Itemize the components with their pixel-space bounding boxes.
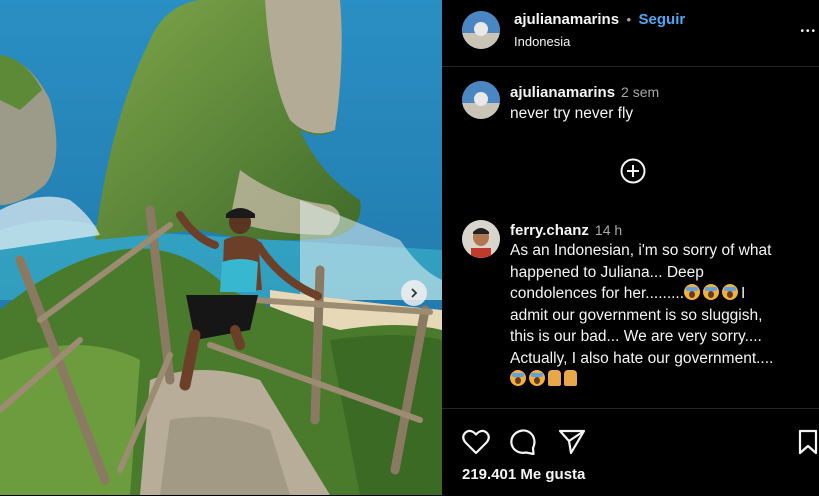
screaming-face-emoji-icon bbox=[722, 284, 739, 300]
post-username[interactable]: ajulianamarins bbox=[514, 11, 619, 28]
comment-avatar[interactable] bbox=[462, 220, 500, 258]
screaming-face-emoji-icon bbox=[529, 370, 545, 386]
more-icon: ••• bbox=[800, 26, 817, 37]
follow-button[interactable]: Seguir bbox=[639, 11, 686, 28]
more-options-button[interactable]: ••• bbox=[800, 14, 817, 40]
comment-line: admit our government is so sluggish, bbox=[510, 306, 763, 324]
comment: ferry.chanz 14 h As an Indonesian, i'm so… bbox=[510, 222, 810, 391]
screaming-face-emoji-icon bbox=[684, 284, 701, 300]
comment-line: condolences for her......... I bbox=[510, 283, 810, 305]
comment-line: Actually, I also hate our government.... bbox=[510, 349, 774, 367]
separator-dot: • bbox=[626, 12, 632, 27]
next-photo-button[interactable] bbox=[401, 280, 427, 306]
comment-line-suffix: I bbox=[741, 285, 746, 302]
comment-time: 14 h bbox=[594, 222, 623, 238]
praying-hands-emoji-icon bbox=[548, 370, 561, 386]
comment-line: As an Indonesian, i'm so sorry of what bbox=[510, 242, 772, 259]
comment-line: this is our bad... We are very sorry.... bbox=[510, 328, 762, 345]
chevron-right-icon bbox=[411, 288, 418, 298]
avatar-image bbox=[462, 11, 500, 49]
comment-emoji-line bbox=[510, 369, 810, 391]
caption-avatar[interactable] bbox=[462, 81, 500, 119]
comment-icon[interactable] bbox=[509, 428, 537, 456]
plus-circle-icon[interactable] bbox=[620, 158, 646, 184]
caption-time: 2 sem bbox=[621, 84, 660, 100]
heart-icon[interactable] bbox=[462, 429, 490, 455]
caption-avatar-image bbox=[462, 81, 500, 119]
caption-username[interactable]: ajulianamarins bbox=[510, 84, 615, 101]
screaming-face-emoji-icon bbox=[510, 370, 526, 386]
comment-line-text: condolences for her......... bbox=[510, 285, 685, 302]
share-icon[interactable] bbox=[558, 428, 586, 456]
post-side-panel: ajulianamarins • Seguir Indonesia ••• aj… bbox=[442, 0, 819, 495]
post-location[interactable]: Indonesia bbox=[514, 34, 570, 49]
post-photo bbox=[0, 0, 442, 495]
caption-text: never try never fly bbox=[510, 105, 634, 122]
comment-line: happened to Juliana... Deep bbox=[510, 263, 704, 281]
comment-username[interactable]: ferry.chanz bbox=[510, 222, 589, 239]
photo-image bbox=[0, 0, 442, 495]
comment-text: As an Indonesian, i'm so sorry of what h… bbox=[510, 240, 810, 391]
comment-avatar-image bbox=[462, 220, 500, 258]
praying-hands-emoji-icon bbox=[564, 370, 577, 386]
bookmark-icon[interactable] bbox=[797, 429, 819, 455]
post-header: ajulianamarins • Seguir Indonesia ••• bbox=[442, 0, 819, 67]
caption: ajulianamarins 2 sem never try never fly bbox=[510, 84, 659, 125]
avatar[interactable] bbox=[462, 11, 500, 49]
screaming-face-emoji-icon bbox=[703, 284, 720, 300]
likes-count[interactable]: 219.401 Me gusta bbox=[462, 466, 585, 483]
